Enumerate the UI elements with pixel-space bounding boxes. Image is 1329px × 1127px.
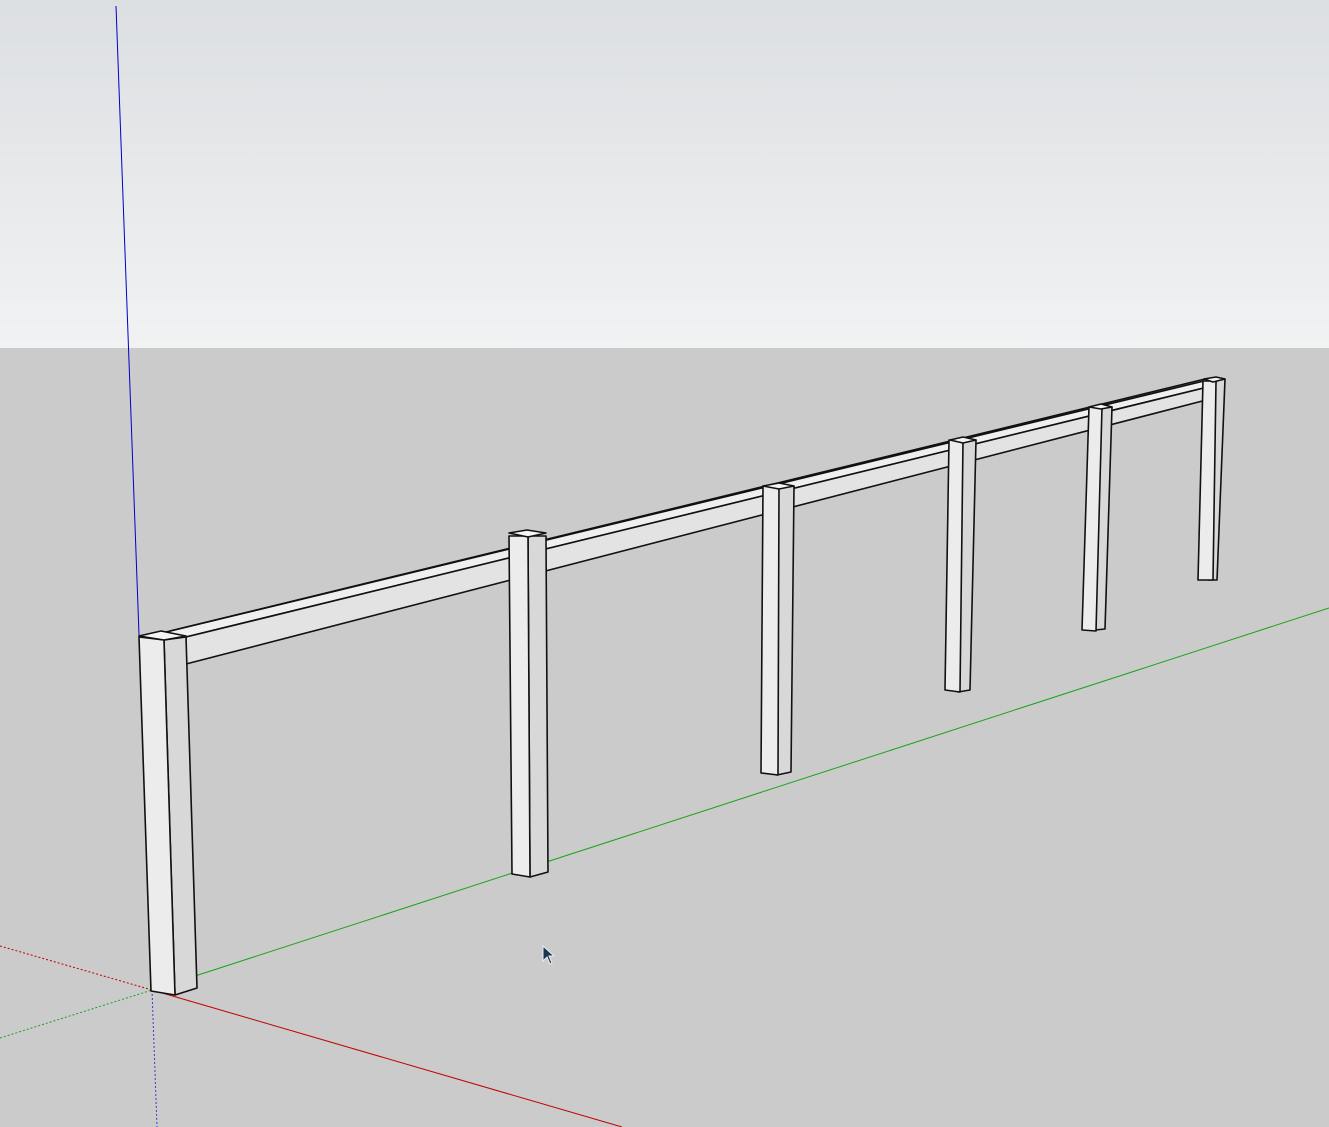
ground (0, 348, 1329, 1127)
model-scene[interactable] (0, 0, 1329, 1127)
model-viewport[interactable] (0, 0, 1329, 1127)
post-front-face (508, 535, 531, 878)
fence-post[interactable] (760, 482, 795, 776)
sky (0, 0, 1329, 348)
select-arrow-icon (542, 945, 556, 965)
post-front-face (944, 439, 964, 693)
post-front-face (760, 485, 780, 776)
post-side-face (527, 535, 549, 878)
fence-post[interactable] (944, 436, 977, 693)
fence-post[interactable] (508, 529, 549, 878)
